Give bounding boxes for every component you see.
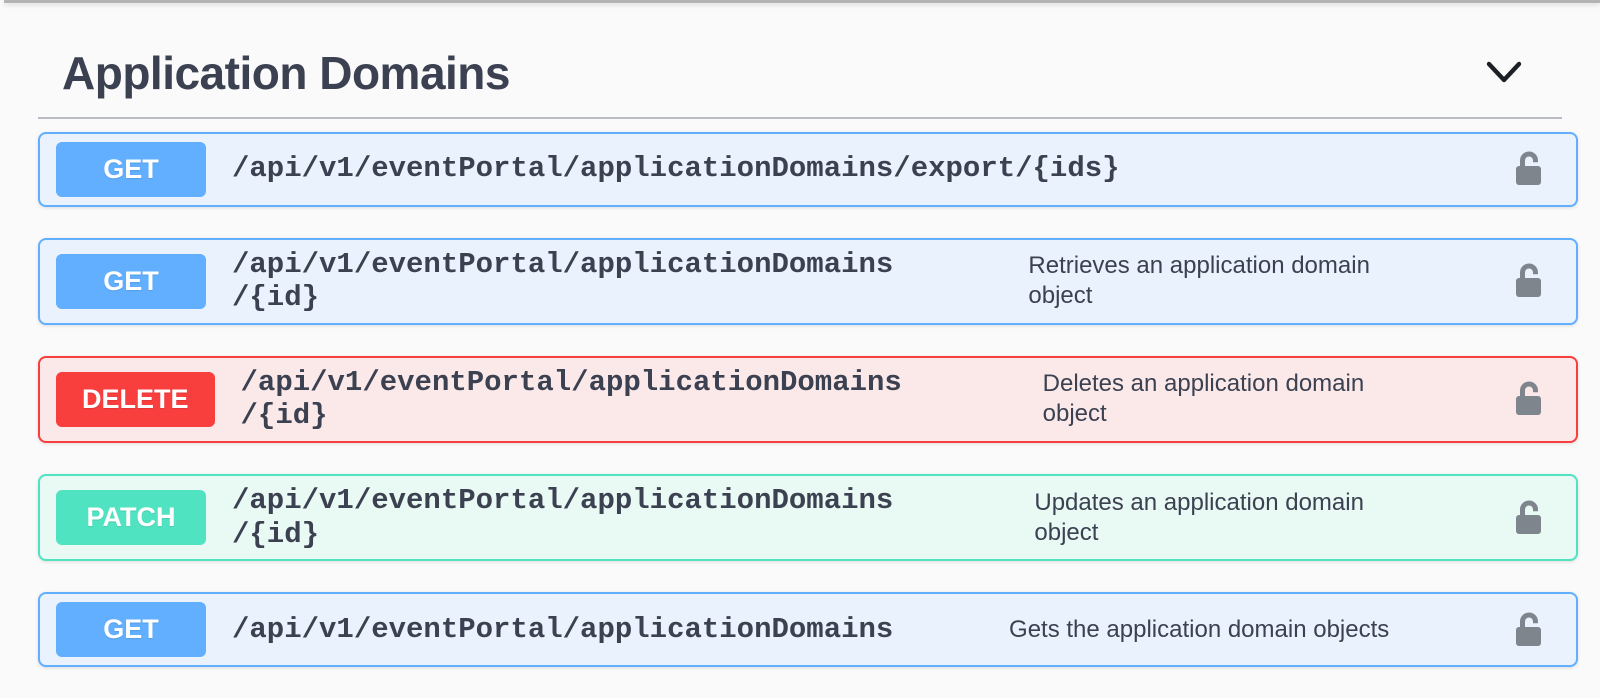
auth-lock-button[interactable] bbox=[1513, 150, 1544, 188]
section-title: Application Domains bbox=[62, 48, 510, 99]
endpoint-row-get-1[interactable]: GET /api/v1/eventPortal/applicationDomai… bbox=[38, 238, 1578, 325]
endpoint-row-get-0[interactable]: GET /api/v1/eventPortal/applicationDomai… bbox=[38, 132, 1578, 207]
endpoint-path: /api/v1/eventPortal/applicationDomains /… bbox=[241, 366, 902, 433]
endpoint-description-wrap: Retrieves an application domain object bbox=[893, 251, 1505, 311]
method-badge: GET bbox=[56, 602, 206, 657]
top-divider bbox=[4, 0, 1600, 3]
endpoint-description: Deletes an application domain object bbox=[1043, 369, 1365, 429]
endpoint-description: Gets the application domain objects bbox=[1009, 615, 1389, 645]
auth-lock-button[interactable] bbox=[1513, 499, 1544, 537]
endpoint-path: /api/v1/eventPortal/applicationDomains bbox=[232, 613, 893, 647]
endpoint-description-wrap: Gets the application domain objects bbox=[893, 615, 1505, 645]
method-badge: PATCH bbox=[56, 490, 206, 545]
endpoint-row-get-4[interactable]: GET /api/v1/eventPortal/applicationDomai… bbox=[38, 592, 1578, 667]
unlock-icon bbox=[1513, 637, 1544, 652]
auth-lock-button[interactable] bbox=[1513, 611, 1544, 649]
method-badge: GET bbox=[56, 254, 206, 309]
endpoint-row-delete-2[interactable]: DELETE /api/v1/eventPortal/applicationDo… bbox=[38, 356, 1578, 443]
endpoint-description: Retrieves an application domain object bbox=[1028, 251, 1370, 311]
auth-lock-button[interactable] bbox=[1513, 380, 1544, 418]
section-divider bbox=[38, 117, 1562, 119]
section-header: Application Domains bbox=[38, 48, 1578, 99]
endpoint-row-patch-3[interactable]: PATCH /api/v1/eventPortal/applicationDom… bbox=[38, 474, 1578, 561]
chevron-down-icon bbox=[1486, 74, 1522, 89]
endpoint-path: /api/v1/eventPortal/applicationDomains /… bbox=[232, 248, 893, 315]
collapse-section-button[interactable] bbox=[1482, 56, 1526, 90]
api-section: Application Domains GET /api/v1/eventPor… bbox=[0, 0, 1600, 667]
endpoint-list: GET /api/v1/eventPortal/applicationDomai… bbox=[38, 132, 1578, 668]
unlock-icon bbox=[1513, 406, 1544, 421]
method-badge: GET bbox=[56, 142, 206, 197]
unlock-icon bbox=[1513, 288, 1544, 303]
unlock-icon bbox=[1513, 525, 1544, 540]
endpoint-description-wrap: Updates an application domain object bbox=[893, 488, 1505, 548]
endpoint-description: Updates an application domain object bbox=[1034, 488, 1364, 548]
endpoint-description-wrap: Deletes an application domain object bbox=[902, 369, 1505, 429]
method-badge: DELETE bbox=[56, 372, 215, 427]
auth-lock-button[interactable] bbox=[1513, 262, 1544, 300]
unlock-icon bbox=[1513, 176, 1544, 191]
endpoint-path: /api/v1/eventPortal/applicationDomains/e… bbox=[232, 152, 1120, 186]
endpoint-path: /api/v1/eventPortal/applicationDomains /… bbox=[232, 484, 893, 551]
